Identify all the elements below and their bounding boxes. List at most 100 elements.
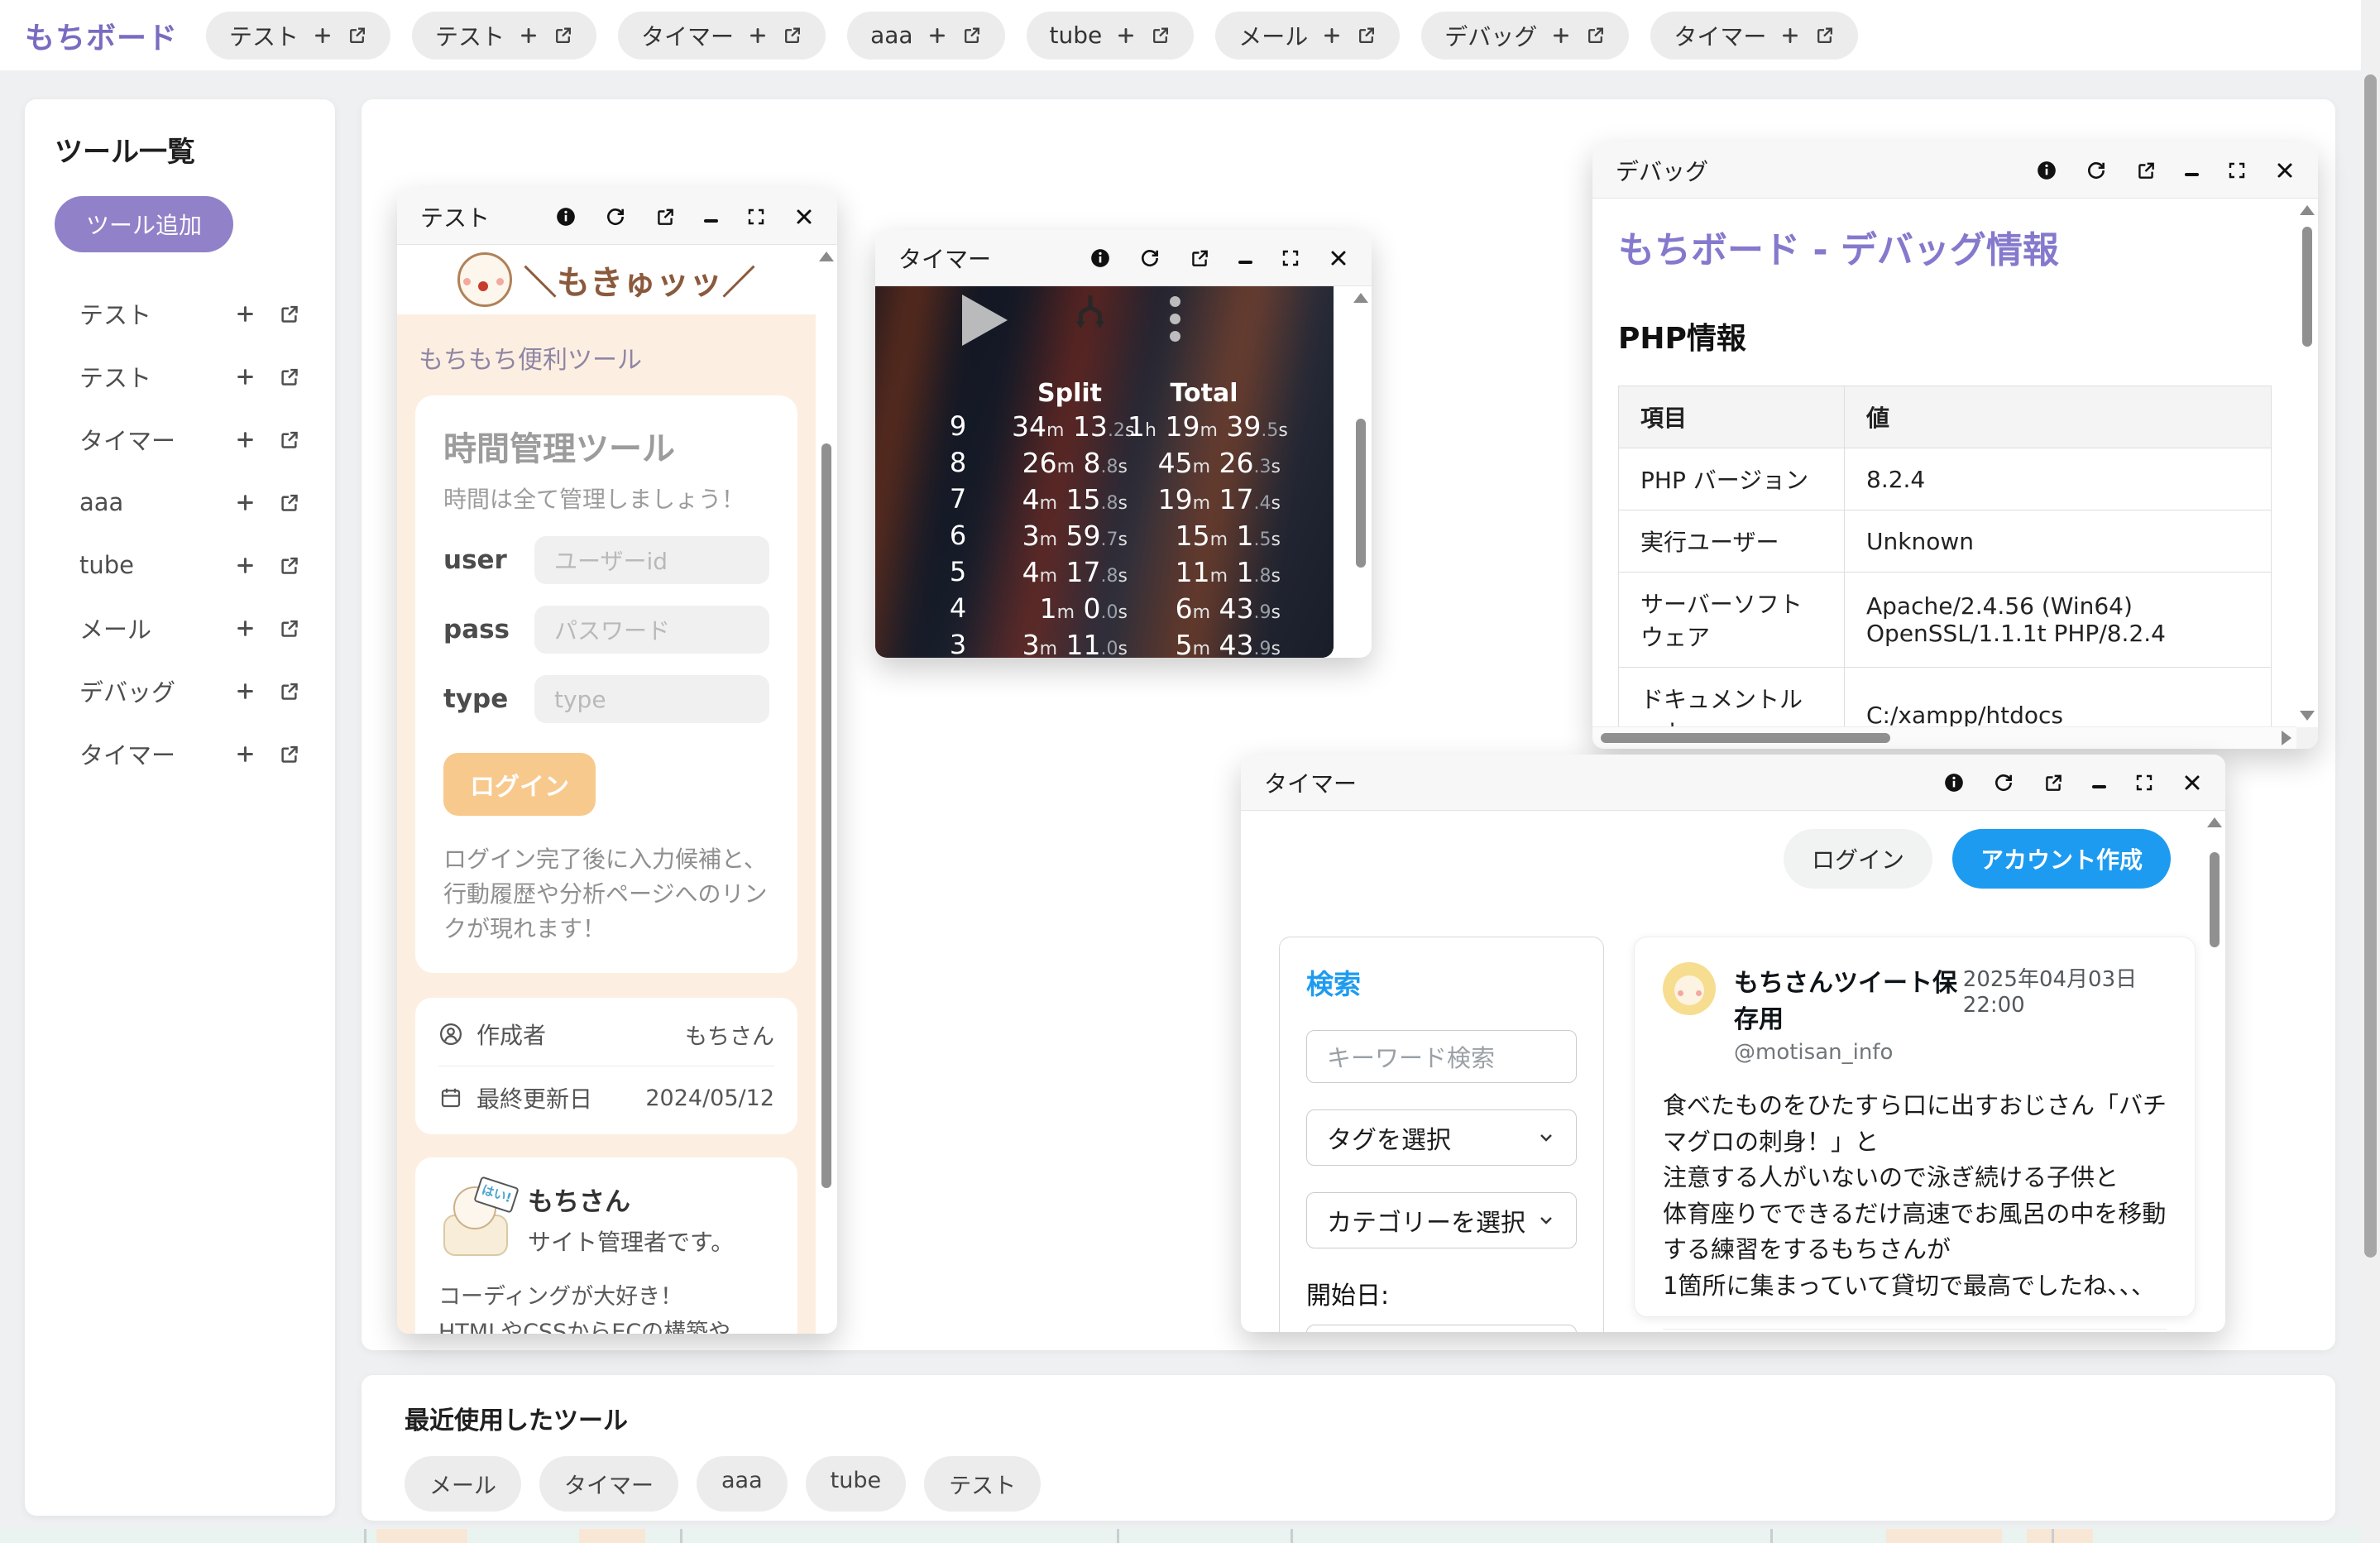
split-branch-icon[interactable] — [1061, 288, 1113, 339]
external-link-icon[interactable] — [1356, 25, 1377, 46]
external-link-icon[interactable] — [278, 554, 300, 577]
refresh-icon[interactable] — [1139, 247, 1161, 269]
create-account-button[interactable]: アカウント作成 — [1951, 829, 2171, 889]
info-icon[interactable] — [1089, 247, 1111, 269]
scroll-up-arrow-icon[interactable] — [1353, 293, 1368, 303]
sidebar-tool-row[interactable]: テスト — [55, 282, 305, 345]
scroll-up-arrow-icon[interactable] — [2300, 205, 2315, 215]
popout-icon[interactable] — [2135, 160, 2157, 181]
plus-icon[interactable] — [234, 303, 256, 325]
external-link-icon[interactable] — [278, 680, 300, 702]
maximize-icon[interactable] — [2134, 773, 2154, 793]
external-link-icon[interactable] — [782, 25, 802, 46]
add-tool-button[interactable]: ツール追加 — [55, 196, 234, 252]
refresh-icon[interactable] — [605, 206, 626, 228]
external-link-icon[interactable] — [278, 491, 300, 514]
recent-tool-chip[interactable]: タイマー — [539, 1456, 678, 1512]
sidebar-tool-row[interactable]: tube — [55, 534, 305, 597]
external-link-icon[interactable] — [278, 303, 300, 325]
plus-icon[interactable] — [1550, 25, 1572, 46]
minimize-icon[interactable] — [2185, 172, 2199, 176]
external-link-icon[interactable] — [347, 25, 367, 46]
plus-icon[interactable] — [234, 429, 256, 451]
external-link-icon[interactable] — [278, 429, 300, 451]
sidebar-tool-row[interactable]: タイマー — [55, 408, 305, 471]
tool-tab[interactable]: テスト — [412, 11, 597, 60]
maximize-icon[interactable] — [1281, 248, 1300, 268]
external-link-icon[interactable] — [278, 743, 300, 765]
sidebar-tool-row[interactable]: aaa — [55, 471, 305, 534]
tool-tab[interactable]: タイマー — [1650, 11, 1859, 60]
plus-icon[interactable] — [927, 25, 948, 46]
tag-select[interactable]: タグを選択 — [1306, 1109, 1577, 1166]
window-timer-header[interactable]: タイマー — [875, 230, 1372, 286]
sidebar-tool-row[interactable]: タイマー — [55, 722, 305, 785]
tool-tab[interactable]: タイマー — [618, 11, 826, 60]
minimize-icon[interactable] — [2092, 784, 2106, 788]
external-link-icon[interactable] — [278, 617, 300, 640]
scrollbar-thumb[interactable] — [821, 443, 831, 1188]
minimize-icon[interactable] — [1238, 260, 1252, 264]
tool-tab[interactable]: aaa — [847, 11, 1005, 60]
recent-tool-chip[interactable]: テスト — [924, 1456, 1042, 1512]
minimize-icon[interactable] — [704, 218, 718, 223]
debug-horizontal-scrollbar[interactable] — [1592, 726, 2296, 749]
scrollbar-thumb[interactable] — [2302, 227, 2312, 347]
keyword-search-input[interactable]: キーワード検索 — [1306, 1030, 1577, 1083]
browser-vertical-scrollbar[interactable] — [2361, 0, 2380, 1543]
plus-icon[interactable] — [1779, 25, 1801, 46]
window-debug-header[interactable]: デバッグ — [1592, 142, 2318, 199]
maximize-icon[interactable] — [746, 207, 766, 227]
window-test-header[interactable]: テスト — [397, 189, 837, 245]
popout-icon[interactable] — [1189, 247, 1210, 269]
popout-icon[interactable] — [654, 206, 676, 228]
scrollbar-thumb[interactable] — [1356, 419, 1366, 568]
plus-icon[interactable] — [518, 25, 539, 46]
stopwatch-video[interactable]: Split Total 9 34m 13.2s 1h 19m 39.5s 8 2… — [875, 286, 1334, 658]
app-logo[interactable]: もちボード — [25, 14, 178, 57]
plus-icon[interactable] — [1321, 25, 1343, 46]
info-icon[interactable] — [1943, 772, 1965, 793]
sidebar-tool-row[interactable]: デバッグ — [55, 659, 305, 722]
timer-window-scrollbar[interactable] — [1350, 286, 1372, 658]
plus-icon[interactable] — [747, 25, 769, 46]
refresh-icon[interactable] — [1993, 772, 2014, 793]
info-icon[interactable] — [555, 206, 577, 228]
scroll-up-arrow-icon[interactable] — [819, 252, 834, 261]
external-link-icon[interactable] — [1585, 25, 1606, 46]
tool-tab[interactable]: メール — [1215, 11, 1401, 60]
kebab-menu-icon[interactable] — [1170, 296, 1180, 348]
external-link-icon[interactable] — [278, 366, 300, 388]
sidebar-tool-row[interactable]: メール — [55, 597, 305, 659]
recent-tool-chip[interactable]: メール — [405, 1456, 521, 1512]
category-select[interactable]: カテゴリーを選択 — [1306, 1192, 1577, 1248]
close-icon[interactable] — [2275, 161, 2295, 180]
sidebar-tool-row[interactable]: テスト — [55, 345, 305, 408]
plus-icon[interactable] — [234, 554, 256, 577]
plus-icon[interactable] — [234, 743, 256, 765]
window-timer-tweets-header[interactable]: タイマー — [1241, 755, 2225, 811]
tool-tab[interactable]: tube — [1026, 11, 1195, 60]
text-input[interactable]: ユーザーid — [534, 536, 769, 584]
test-window-scrollbar[interactable] — [816, 245, 837, 1334]
start-date-input[interactable]: 年 /月/日 — [1306, 1325, 1577, 1332]
recent-tool-chip[interactable]: tube — [805, 1456, 907, 1512]
scrollbar-thumb[interactable] — [1601, 733, 1890, 743]
login-button[interactable]: ログイン — [443, 753, 596, 816]
info-icon[interactable] — [2036, 160, 2057, 181]
close-icon[interactable] — [794, 207, 814, 227]
external-link-icon[interactable] — [553, 25, 573, 46]
tool-tab[interactable]: デバッグ — [1421, 11, 1630, 60]
scroll-up-arrow-icon[interactable] — [2207, 817, 2222, 827]
close-icon[interactable] — [1329, 248, 1348, 268]
tool-tab[interactable]: テスト — [206, 11, 391, 60]
debug-vertical-scrollbar[interactable] — [2296, 199, 2318, 727]
popout-icon[interactable] — [2042, 772, 2064, 793]
scrollbar-thumb[interactable] — [2364, 74, 2377, 1258]
scroll-down-arrow-icon[interactable] — [2300, 711, 2315, 721]
plus-icon[interactable] — [1115, 25, 1137, 46]
refresh-icon[interactable] — [2085, 160, 2107, 181]
plus-icon[interactable] — [234, 680, 256, 702]
plus-icon[interactable] — [234, 617, 256, 640]
plus-icon[interactable] — [234, 491, 256, 514]
